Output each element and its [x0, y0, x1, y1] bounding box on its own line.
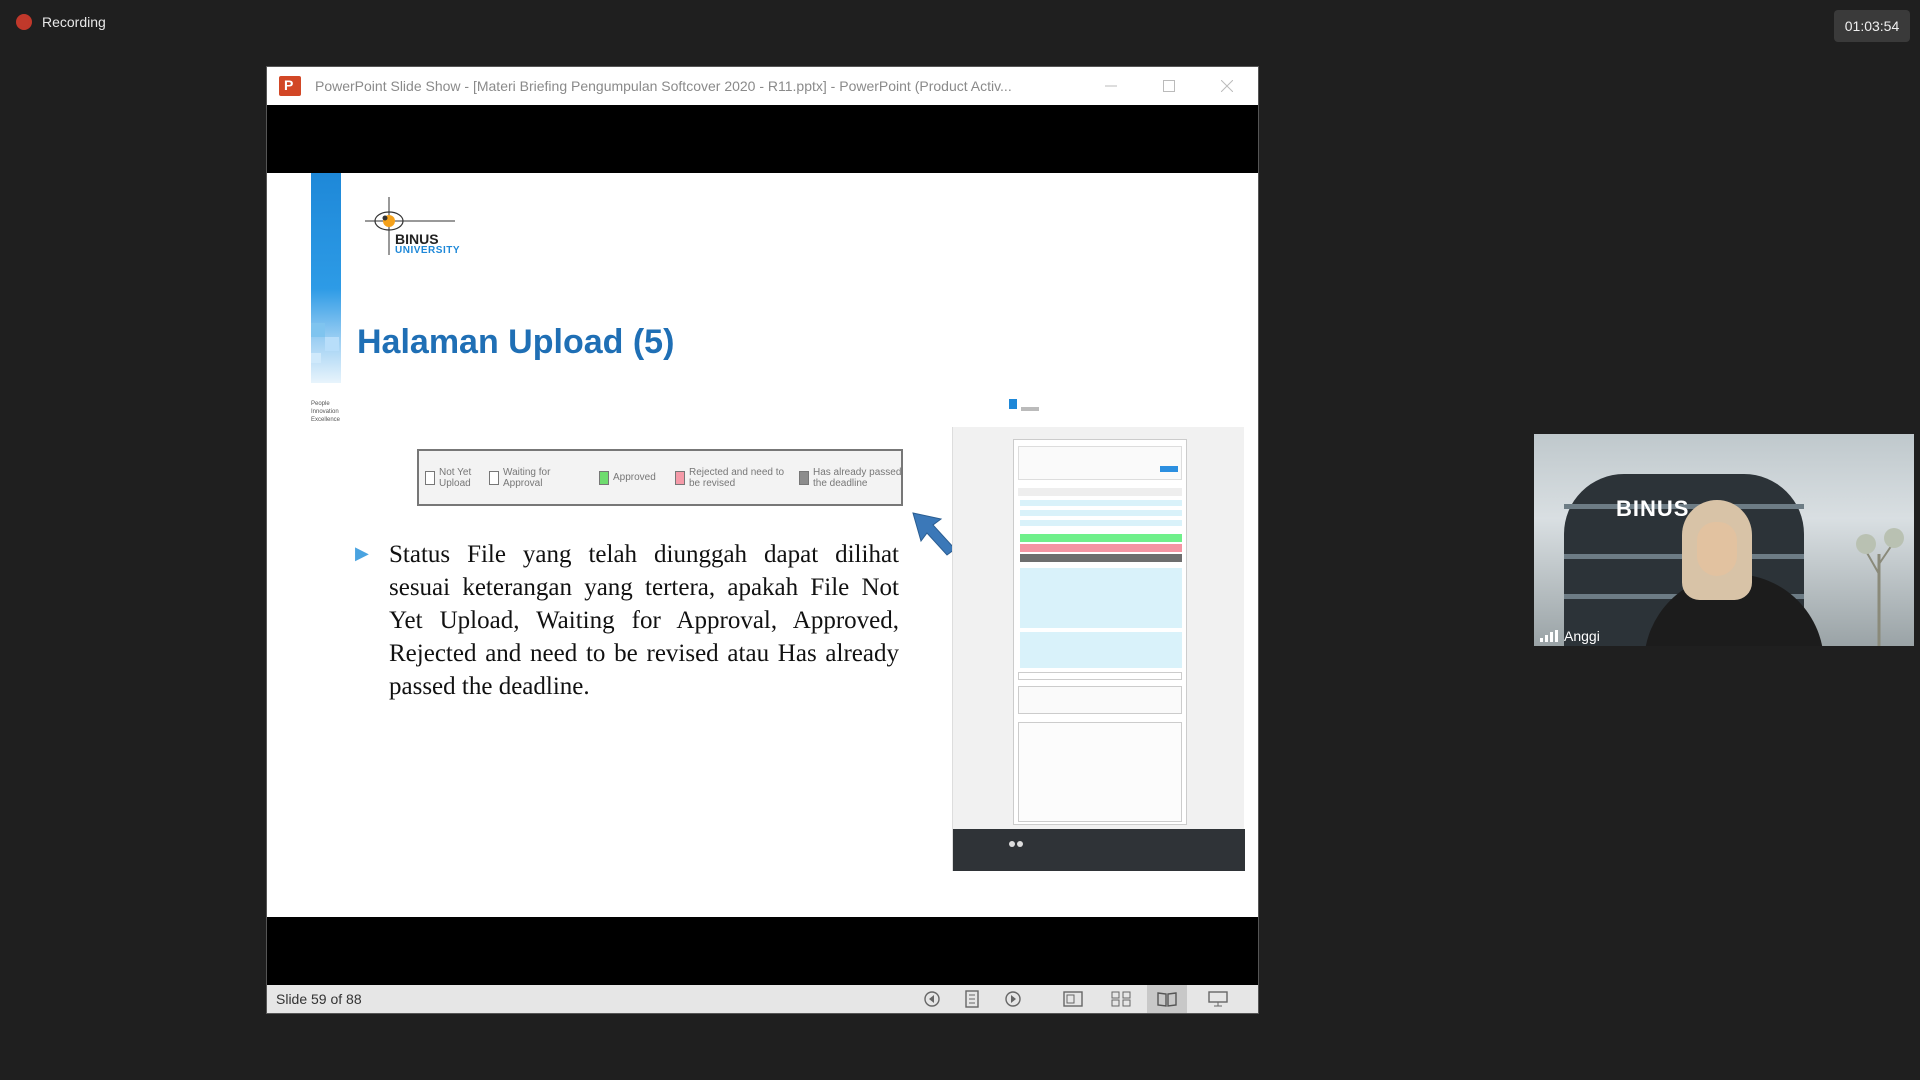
reading-view-icon	[1157, 992, 1177, 1007]
slide-title: Halaman Upload (5)	[357, 323, 675, 361]
decorative-pixel	[325, 337, 339, 351]
maximize-icon	[1163, 80, 1175, 92]
slide-canvas[interactable]: People Innovation Excellence BINUS UNIVE…	[267, 173, 1258, 917]
normal-view-icon	[1063, 991, 1083, 1007]
slideshow-statusbar: Slide 59 of 88	[267, 985, 1258, 1013]
close-button[interactable]	[1198, 67, 1256, 105]
legend-label: Not Yet Upload	[439, 466, 472, 489]
tree-icon	[1856, 528, 1904, 646]
legend-item: Not Yet Upload	[425, 467, 475, 489]
legend-label: Has already passed the deadline	[813, 466, 902, 489]
window-title: PowerPoint Slide Show - [Materi Briefing…	[315, 78, 1012, 94]
legend-item: Waiting for Approval	[489, 467, 585, 489]
minimize-button[interactable]	[1082, 67, 1140, 105]
previous-icon	[924, 991, 940, 1007]
previous-slide-button[interactable]	[921, 989, 943, 1009]
legend-item: Approved	[599, 470, 661, 485]
screenshot-page	[1013, 439, 1187, 825]
powerpoint-icon	[279, 76, 301, 96]
participant-face	[1697, 522, 1737, 576]
slideshow-view-button[interactable]	[1207, 989, 1229, 1009]
participant-name-tag: Anggi	[1540, 628, 1600, 644]
next-icon	[1005, 991, 1021, 1007]
screenshot-footer	[953, 829, 1245, 871]
notes-button[interactable]	[961, 989, 983, 1009]
bullet-arrow-icon: ▶	[355, 543, 369, 563]
legend-item: Has already passed the deadline	[799, 467, 909, 489]
legend-swatch	[425, 470, 435, 485]
decorative-pixel	[311, 323, 325, 337]
background-sign: BINUS	[1616, 496, 1690, 521]
signal-strength-icon	[1540, 630, 1558, 642]
reading-view-button[interactable]	[1147, 985, 1187, 1013]
notes-icon	[965, 990, 979, 1008]
minimize-icon	[1105, 85, 1117, 87]
slide-body-text: Status File yang telah diunggah dapat di…	[389, 541, 899, 700]
legend-label: Rejected and need to be revised	[689, 466, 785, 489]
upload-page-screenshot	[952, 397, 1245, 871]
maximize-button[interactable]	[1140, 67, 1198, 105]
window-titlebar[interactable]: PowerPoint Slide Show - [Materi Briefing…	[267, 67, 1258, 105]
legend-swatch	[599, 470, 609, 485]
status-legend: Not Yet Upload Waiting for Approval Appr…	[417, 449, 903, 506]
normal-view-button[interactable]	[1062, 989, 1084, 1009]
legend-label: Approved	[613, 472, 656, 483]
next-slide-button[interactable]	[1002, 989, 1024, 1009]
recording-indicator[interactable]: Recording	[16, 14, 106, 30]
powerpoint-window: PowerPoint Slide Show - [Materi Briefing…	[266, 66, 1259, 1014]
legend-swatch	[489, 470, 499, 485]
decorative-stripe	[311, 173, 341, 383]
screenshot-header	[953, 397, 1245, 427]
logo-subtext: UNIVERSITY	[395, 245, 461, 256]
legend-swatch	[799, 470, 809, 485]
legend-swatch	[675, 470, 685, 485]
close-icon	[1221, 80, 1233, 92]
recording-label: Recording	[42, 14, 106, 30]
record-icon	[16, 14, 32, 30]
decorative-pixel	[311, 353, 321, 363]
meeting-timer: 01:03:54	[1834, 10, 1910, 42]
pointer-arrow-icon	[912, 512, 956, 556]
legend-label: Waiting for Approval	[503, 466, 551, 489]
slideshow-icon	[1208, 991, 1228, 1007]
participant-name: Anggi	[1564, 628, 1600, 644]
slide-sorter-icon	[1111, 991, 1131, 1007]
participant-video-tile[interactable]: BINUS Anggi	[1534, 434, 1914, 646]
slide-sorter-button[interactable]	[1110, 989, 1132, 1009]
legend-item: Rejected and need to be revised	[675, 467, 785, 489]
slide-counter: Slide 59 of 88	[276, 991, 362, 1007]
university-tagline: People Innovation Excellence	[311, 401, 341, 423]
